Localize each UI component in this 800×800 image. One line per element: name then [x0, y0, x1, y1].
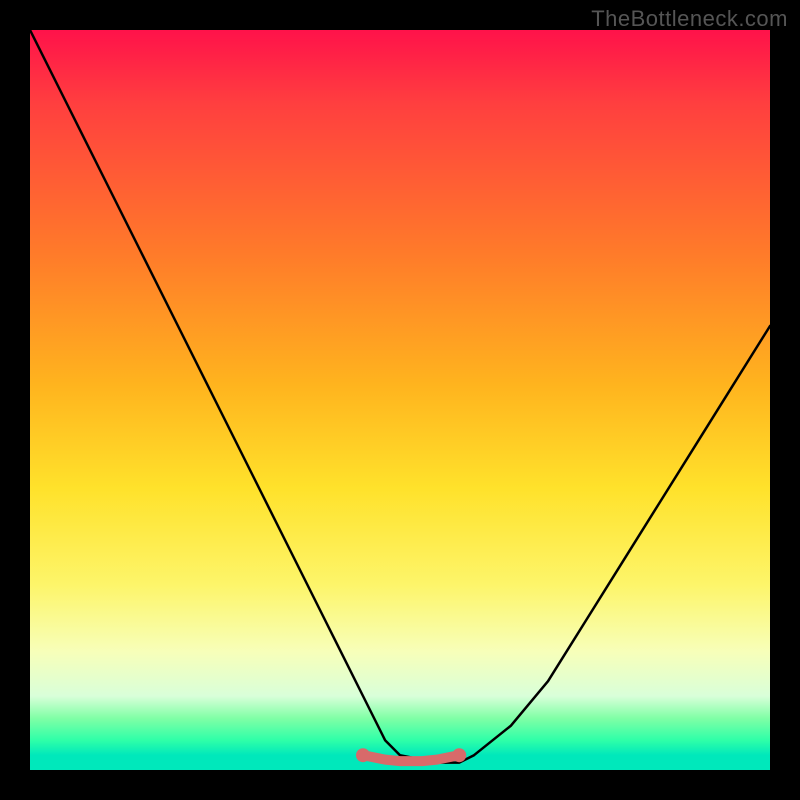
- bottom-marker-band: [363, 755, 459, 761]
- chart-frame: TheBottleneck.com: [0, 0, 800, 800]
- marker-end-dot: [452, 748, 466, 762]
- marker-end-dot: [356, 748, 370, 762]
- curve-layer: [30, 30, 770, 770]
- bottleneck-curve: [30, 30, 770, 763]
- plot-area: [30, 30, 770, 770]
- watermark-text: TheBottleneck.com: [591, 6, 788, 32]
